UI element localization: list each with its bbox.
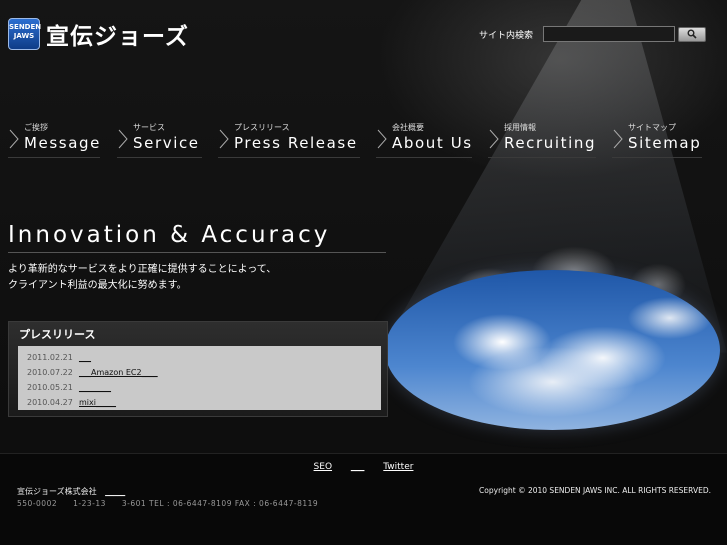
footer-link-seo[interactable]: SEO [314,462,332,472]
company-name-text: 宣伝ジョーズ株式会社 [17,487,97,496]
chevron-right-icon [9,129,19,149]
nav-item-sitemap[interactable]: サイトマップ Sitemap [612,120,702,158]
footer-link[interactable]: ___ [351,462,365,472]
hero-tagline: Innovation & Accuracy [8,222,386,253]
search-input[interactable] [543,26,676,42]
press-date: 2011.02.21 [27,353,73,362]
press-link[interactable]: ___ [79,353,91,362]
list-item: 2011.02.21 ___ [27,350,381,365]
nav-label-jp: 採用情報 [504,123,536,132]
press-link[interactable]: ___Amazon EC2____ [79,368,158,377]
nav-label-en: Message [24,134,101,152]
logo-mark-line1: SENDEN [9,23,42,31]
logo-mark: SENDEN JAWS [8,18,42,50]
nav-item-recruiting[interactable]: 採用情報 Recruiting [488,120,596,158]
nav-item-message[interactable]: ご挨拶 Message [8,120,100,158]
nav-label-jp: サイトマップ [628,123,676,132]
nav-label-jp: プレスリリース [234,123,290,132]
footer-links: SEO ___ Twitter [0,462,727,472]
press-link[interactable]: ________ [79,383,111,392]
company-address: 550-0002 1-23-13 3-601 TEL : 06-6447-810… [17,499,319,508]
chevron-right-icon [613,129,623,149]
chevron-right-icon [377,129,387,149]
nav-label-en: Service [133,134,200,152]
sky-cloud-image [385,270,720,430]
logo-mark-line2: JAWS [13,32,35,40]
chevron-right-icon [219,129,229,149]
copyright: Copyright © 2010 SENDEN JAWS INC. ALL RI… [479,486,711,495]
nav-label-en: Press Release [234,134,358,152]
nav-label-jp: ご挨拶 [24,123,48,132]
footer: SEO ___ Twitter 宣伝ジョーズ株式会社 _____ 550-000… [0,453,727,545]
press-date: 2010.05.21 [27,383,73,392]
company-name: 宣伝ジョーズ株式会社 _____ [17,486,125,497]
hero-lead-line: クライアント利益の最大化に努めます。 [8,280,187,291]
company-link[interactable]: _____ [105,487,125,496]
press-release-title[interactable]: プレスリリース [19,326,95,342]
nav-label-jp: サービス [133,123,165,132]
nav-item-about-us[interactable]: 会社概要 About Us [376,120,472,158]
logo[interactable]: SENDEN JAWS 宣伝ジョーズ [8,17,189,51]
logo-text: 宣伝ジョーズ [46,24,189,50]
nav-label-en: Recruiting [504,134,597,152]
press-release-panel: プレスリリース 2011.02.21 ___ 2010.07.22 ___Ama… [8,321,388,417]
nav-item-press-release[interactable]: プレスリリース Press Release [218,120,360,158]
search-button[interactable] [678,26,707,42]
press-release-list: 2011.02.21 ___ 2010.07.22 ___Amazon EC2_… [18,346,381,410]
hero-lead: より革新的なサービスをより正確に提供することによって、 クライアント利益の最大化… [8,262,276,294]
list-item: 2010.07.22 ___Amazon EC2____ [27,365,381,380]
list-item: 2010.05.21 ________ [27,380,381,395]
press-date: 2010.04.27 [27,398,73,407]
nav-label-jp: 会社概要 [392,123,424,132]
search-label: サイト内検索 [479,30,534,41]
search-icon [687,29,697,39]
press-date: 2010.07.22 [27,368,73,377]
nav-label-en: Sitemap [628,134,702,152]
footer-link-twitter[interactable]: Twitter [383,462,413,472]
chevron-right-icon [489,129,499,149]
site-search: サイト内検索 [479,26,707,42]
hero-lead-line: より革新的なサービスをより正確に提供することによって、 [8,264,277,275]
nav-label-en: About Us [392,134,473,152]
nav-item-service[interactable]: サービス Service [117,120,202,158]
list-item: 2010.04.27 mixi_____ [27,395,381,410]
chevron-right-icon [118,129,128,149]
press-link[interactable]: mixi_____ [79,398,116,407]
page-background: SENDEN JAWS 宣伝ジョーズ サイト内検索 ご挨拶 Message サー… [0,0,727,545]
